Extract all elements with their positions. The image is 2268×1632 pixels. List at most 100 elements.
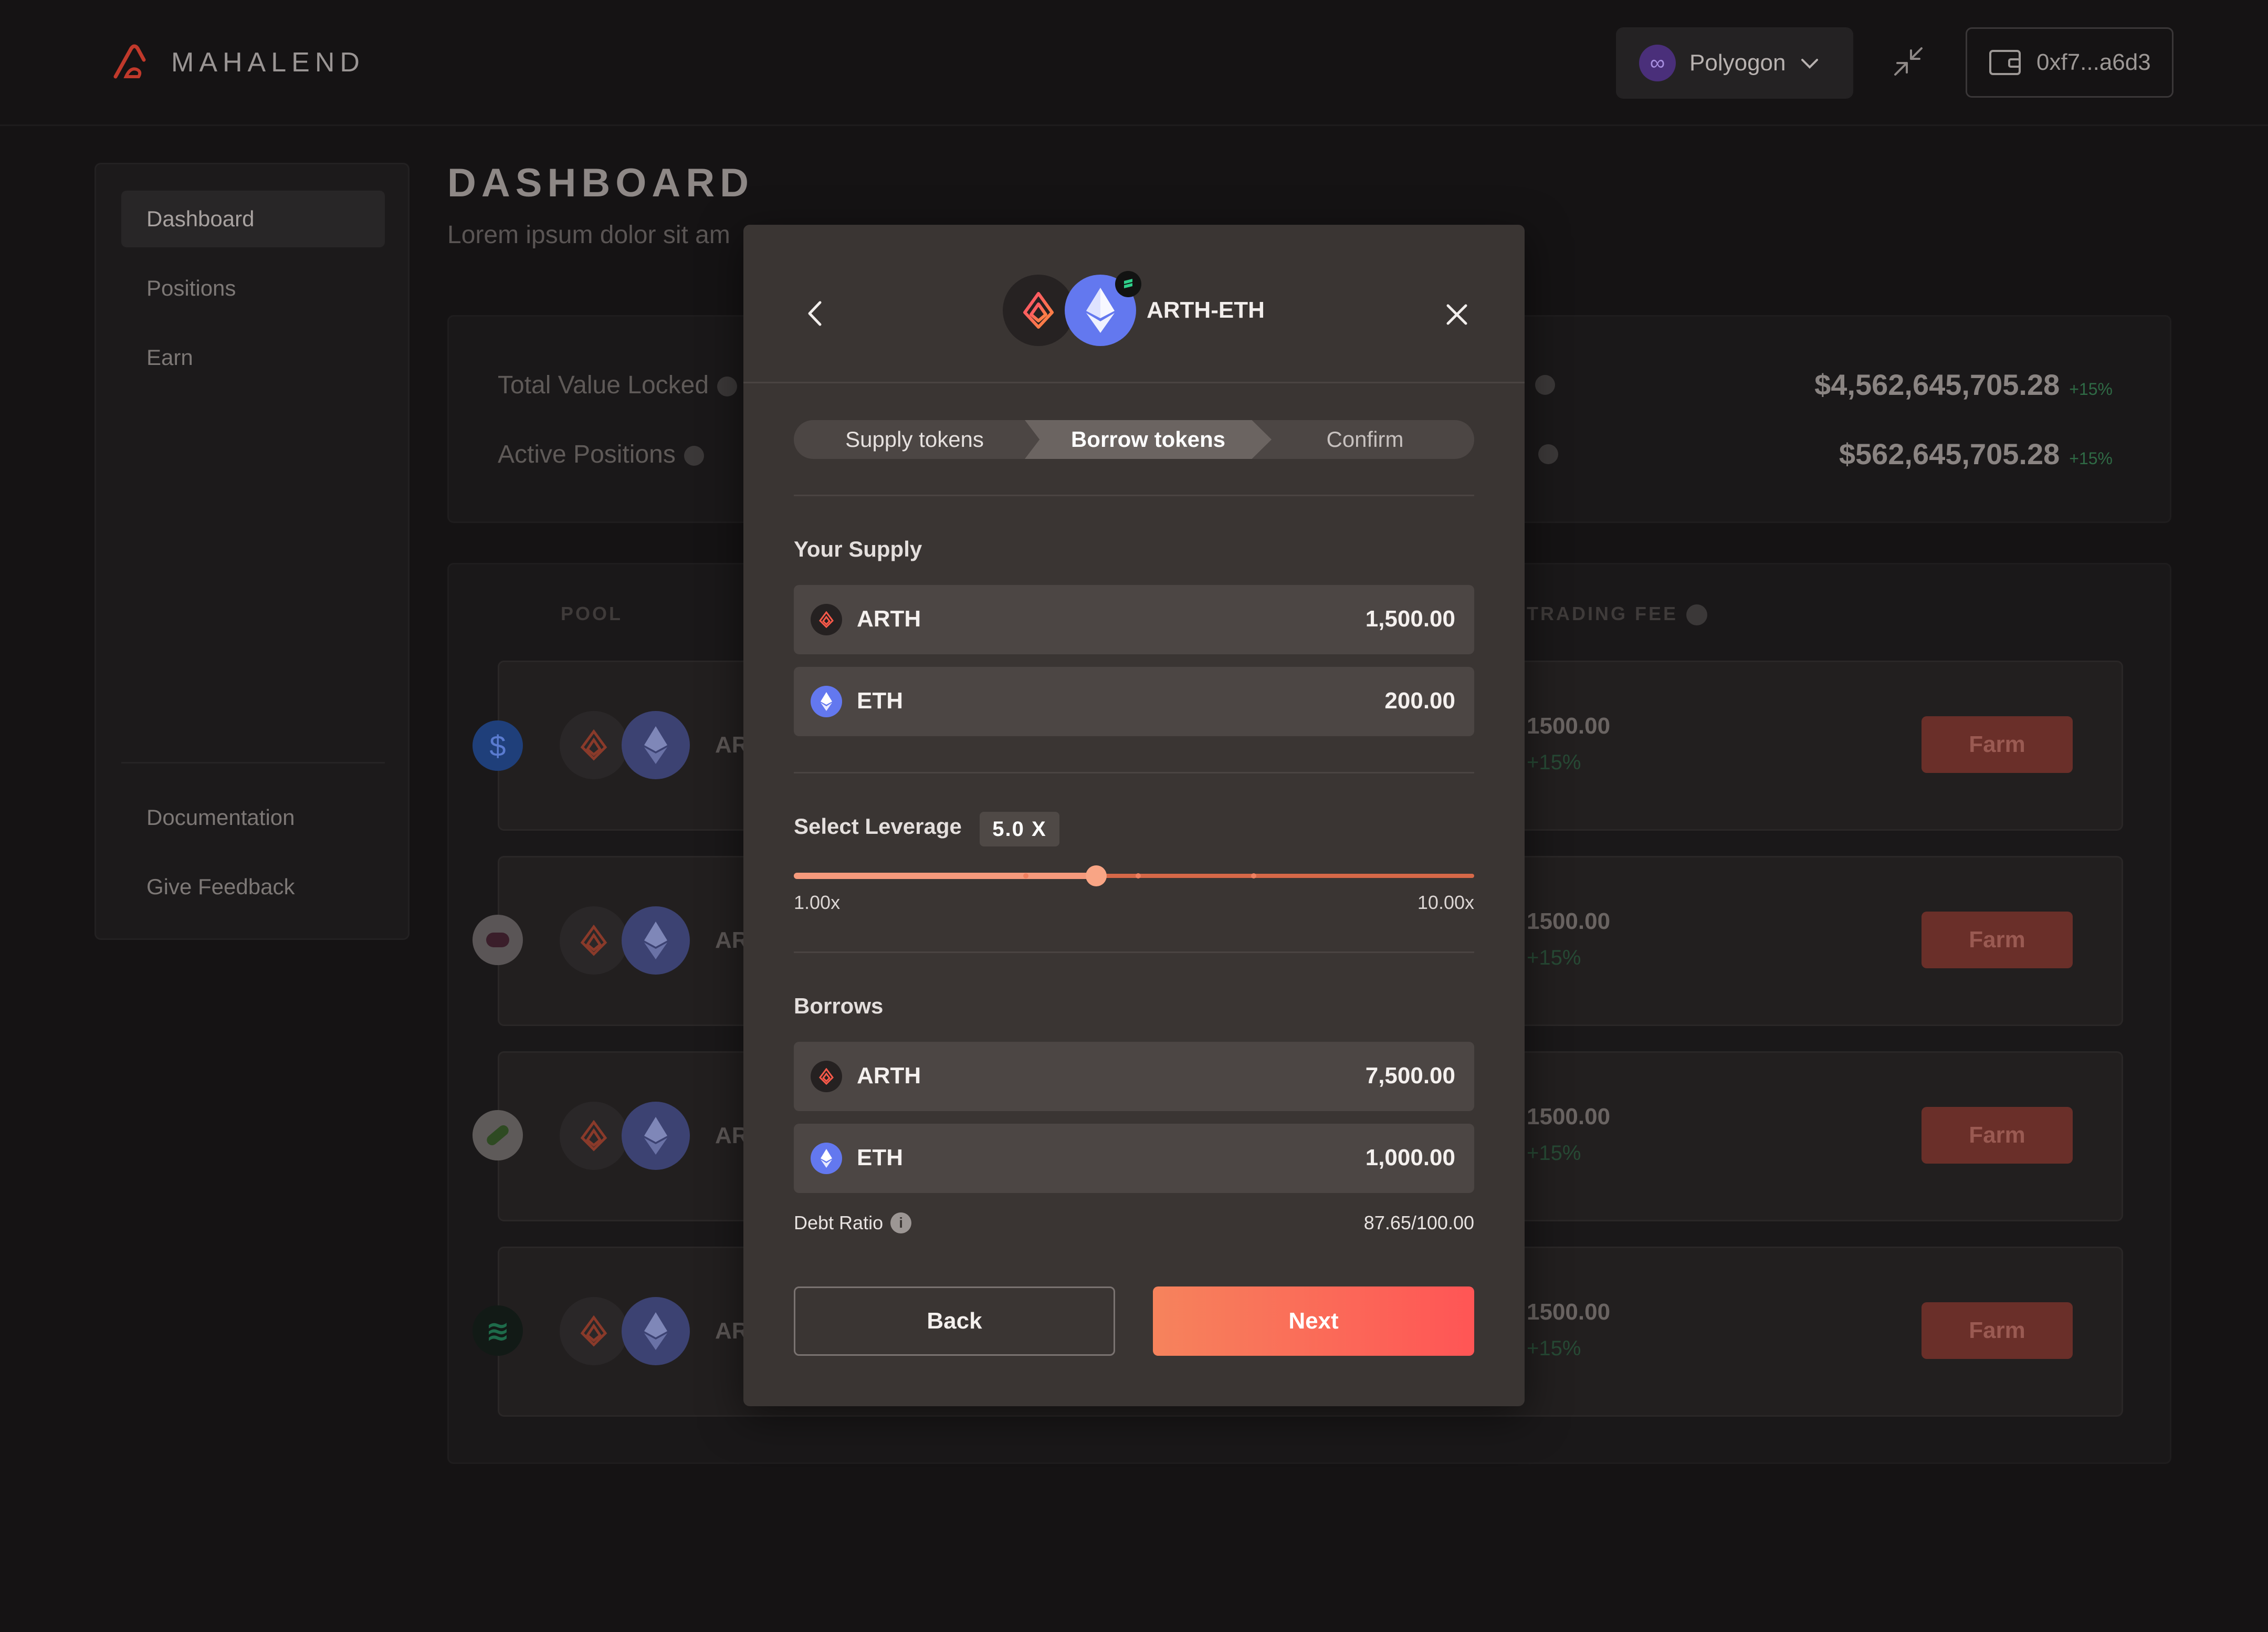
borrow-token-row: ETH 1,000.00 (794, 1124, 1474, 1193)
supply-section-label: Your Supply (794, 537, 922, 561)
leverage-min-label: 1.00x (794, 892, 841, 913)
divider (794, 495, 1474, 496)
farm-button[interactable]: Farm (1922, 912, 2073, 968)
stat-value-1-text: $4,562,645,705.28 (1814, 368, 2060, 401)
farm-button[interactable]: Farm (1922, 716, 2073, 773)
arth-logo-icon (1003, 275, 1074, 346)
borrow-modal: ARTH-ETH Supply tokens Borrow tokens Con… (743, 225, 1525, 1406)
leverage-value-badge: 5.0 X (980, 812, 1059, 846)
modal-header: ARTH-ETH (743, 225, 1525, 383)
sidebar-item-dashboard[interactable]: Dashboard (121, 191, 385, 247)
page-subtitle: Lorem ipsum dolor sit am (447, 221, 730, 249)
stat-value-2: $562,645,705.28 +15% (1839, 437, 2113, 471)
next-button[interactable]: Next (1153, 1286, 1474, 1356)
step-confirm[interactable]: Confirm (1256, 420, 1474, 459)
arth-logo-icon (811, 604, 842, 635)
debt-ratio-label-text: Debt Ratio (794, 1212, 884, 1233)
token-symbol: ETH (857, 688, 903, 714)
stat-value-2-text: $562,645,705.28 (1839, 437, 2060, 470)
farm-source-icon: $ (472, 720, 523, 771)
mahalend-logo-icon (113, 44, 146, 79)
info-icon[interactable] (717, 376, 738, 397)
brand-logo[interactable]: MAHALEND (110, 44, 365, 81)
wallet-button[interactable]: 0xf7...a6d3 (1966, 27, 2174, 98)
row-value: 1500.00 (1527, 1104, 1611, 1129)
wallet-icon (1989, 50, 2021, 75)
back-button[interactable]: Back (794, 1286, 1115, 1356)
farm-source-icon (472, 1110, 523, 1160)
debt-ratio-value: 87.65/100.00 (1363, 1212, 1474, 1233)
arth-logo-icon (811, 1061, 842, 1092)
row-value: 1500.00 (1527, 1299, 1611, 1325)
row-value: 1500.00 (1527, 713, 1611, 739)
chevron-down-icon (1801, 59, 1819, 69)
info-icon[interactable] (1538, 444, 1558, 464)
stat-delta-2: +15% (2069, 449, 2113, 468)
sidebar-item-earn[interactable]: Earn (121, 329, 385, 386)
token-amount: 1,500.00 (1365, 606, 1455, 632)
info-icon[interactable]: i (890, 1212, 912, 1233)
arth-logo-icon (560, 1102, 628, 1170)
farm-source-icon (472, 915, 523, 965)
farm-button[interactable]: Farm (1922, 1107, 2073, 1164)
col-head-trading-fee: TRADING FEE (1527, 603, 1708, 626)
info-icon[interactable] (684, 446, 704, 466)
farm-source-icon: ≋ (472, 1305, 523, 1356)
step-borrow-tokens[interactable]: Borrow tokens (1025, 420, 1272, 459)
network-badge-icon (1115, 271, 1141, 297)
close-icon[interactable] (1444, 301, 1470, 328)
info-icon[interactable] (1686, 604, 1708, 626)
network-selector[interactable]: ∞ Polyogon (1616, 27, 1853, 99)
token-symbol: ARTH (857, 1063, 921, 1089)
stat-value-1: $4,562,645,705.28 +15% (1814, 368, 2113, 402)
leverage-max-label: 10.00x (1417, 892, 1474, 913)
step-supply-tokens[interactable]: Supply tokens (794, 420, 1035, 459)
collapse-arrows-icon[interactable] (1891, 44, 1926, 79)
brand-name: MAHALEND (171, 47, 365, 78)
token-symbol: ETH (857, 1145, 903, 1170)
row-delta: +15% (1527, 1142, 1581, 1165)
modal-title: ARTH-ETH (1147, 297, 1265, 323)
stat-delta-1: +15% (2069, 380, 2113, 399)
tvl-label-text: Total Value Locked (498, 371, 709, 399)
debt-ratio-label: Debt Ratio i (794, 1212, 912, 1234)
chevron-left-icon[interactable] (800, 298, 831, 329)
eth-diamond-icon (622, 1297, 690, 1365)
token-symbol: ARTH (857, 606, 921, 632)
supply-token-row: ETH 200.00 (794, 667, 1474, 736)
top-bar: MAHALEND ∞ Polyogon 0xf7...a6d3 (0, 0, 2268, 126)
divider (794, 772, 1474, 773)
leverage-slider-fill (794, 873, 1096, 879)
eth-diamond-icon (811, 1143, 842, 1174)
sidebar-item-positions[interactable]: Positions (121, 260, 385, 317)
col-head-pool: POOL (561, 603, 623, 624)
token-amount: 200.00 (1384, 688, 1455, 714)
divider (794, 951, 1474, 953)
eth-diamond-icon (622, 711, 690, 779)
polygon-icon: ∞ (1639, 45, 1676, 81)
leverage-label: Select Leverage (794, 814, 962, 839)
active-positions-label: Active Positions (498, 440, 704, 469)
row-delta: +15% (1527, 946, 1581, 969)
info-icon[interactable] (1535, 375, 1555, 395)
leverage-slider-thumb[interactable] (1086, 865, 1107, 886)
sidebar: Dashboard Positions Earn Documentation G… (94, 163, 410, 940)
network-label: Polyogon (1689, 50, 1786, 76)
col-head-trading-fee-text: TRADING FEE (1527, 603, 1678, 624)
row-delta: +15% (1527, 1337, 1581, 1360)
sidebar-item-documentation[interactable]: Documentation (121, 789, 385, 846)
eth-diamond-icon (811, 686, 842, 717)
active-positions-label-text: Active Positions (498, 441, 676, 468)
borrow-token-row: ARTH 7,500.00 (794, 1042, 1474, 1111)
sidebar-item-feedback[interactable]: Give Feedback (121, 859, 385, 915)
farm-button[interactable]: Farm (1922, 1302, 2073, 1359)
sidebar-divider (121, 762, 385, 763)
supply-token-row: ARTH 1,500.00 (794, 585, 1474, 654)
wallet-address: 0xf7...a6d3 (2036, 49, 2151, 75)
eth-diamond-icon (622, 906, 690, 975)
tvl-label: Total Value Locked (498, 371, 738, 400)
token-amount: 7,500.00 (1365, 1063, 1455, 1089)
slider-tick (1136, 873, 1141, 878)
token-amount: 1,000.00 (1365, 1145, 1455, 1170)
slider-tick (1251, 873, 1256, 878)
